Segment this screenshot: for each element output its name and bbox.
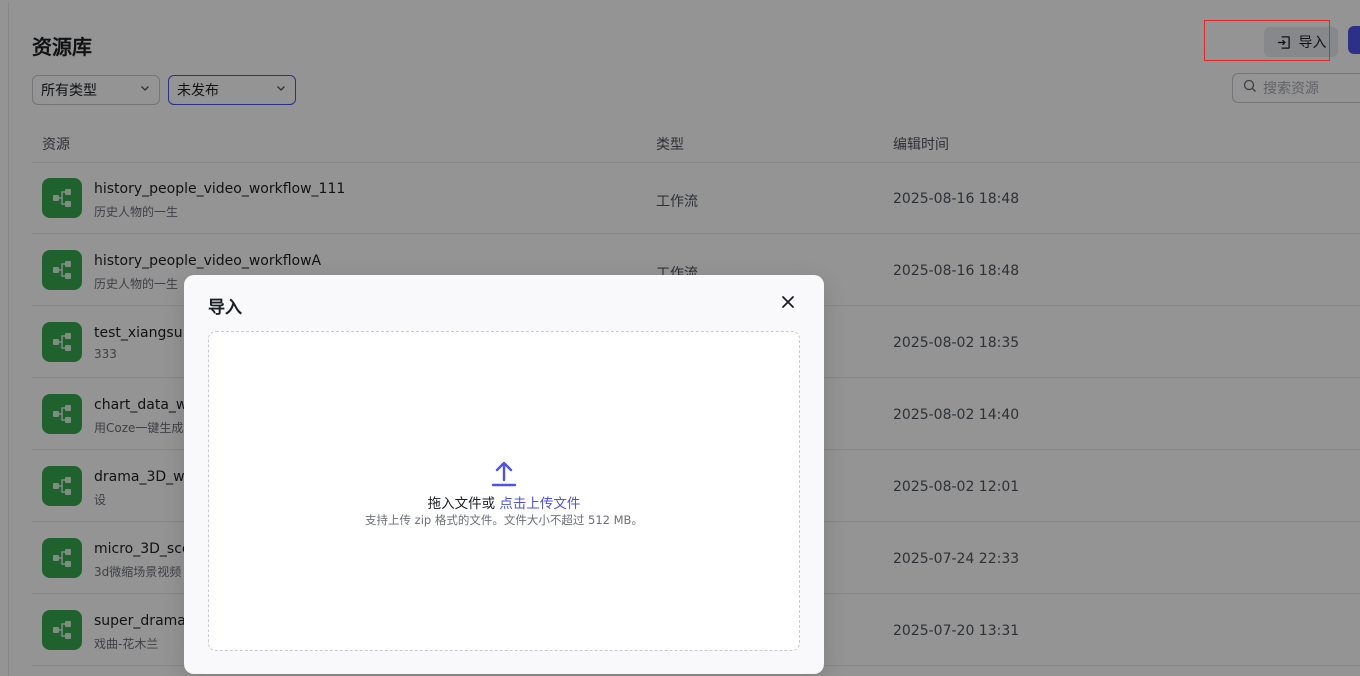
dialog-title: 导入 [208,298,242,318]
drop-text: 拖入文件或 [427,496,496,512]
import-dialog: 导入 拖入文件或 点击上传文件 支持上传 zip 格式的文件。文件大小不超过 5… [184,275,824,674]
upload-hint: 支持上传 zip 格式的文件。文件大小不超过 512 MB。 [365,513,643,527]
upload-icon [491,460,517,492]
upload-link[interactable]: 点击上传文件 [499,496,580,512]
close-icon[interactable] [779,293,797,311]
file-dropzone[interactable]: 拖入文件或 点击上传文件 支持上传 zip 格式的文件。文件大小不超过 512 … [208,331,800,651]
drop-instructions: 拖入文件或 点击上传文件 [209,492,799,512]
